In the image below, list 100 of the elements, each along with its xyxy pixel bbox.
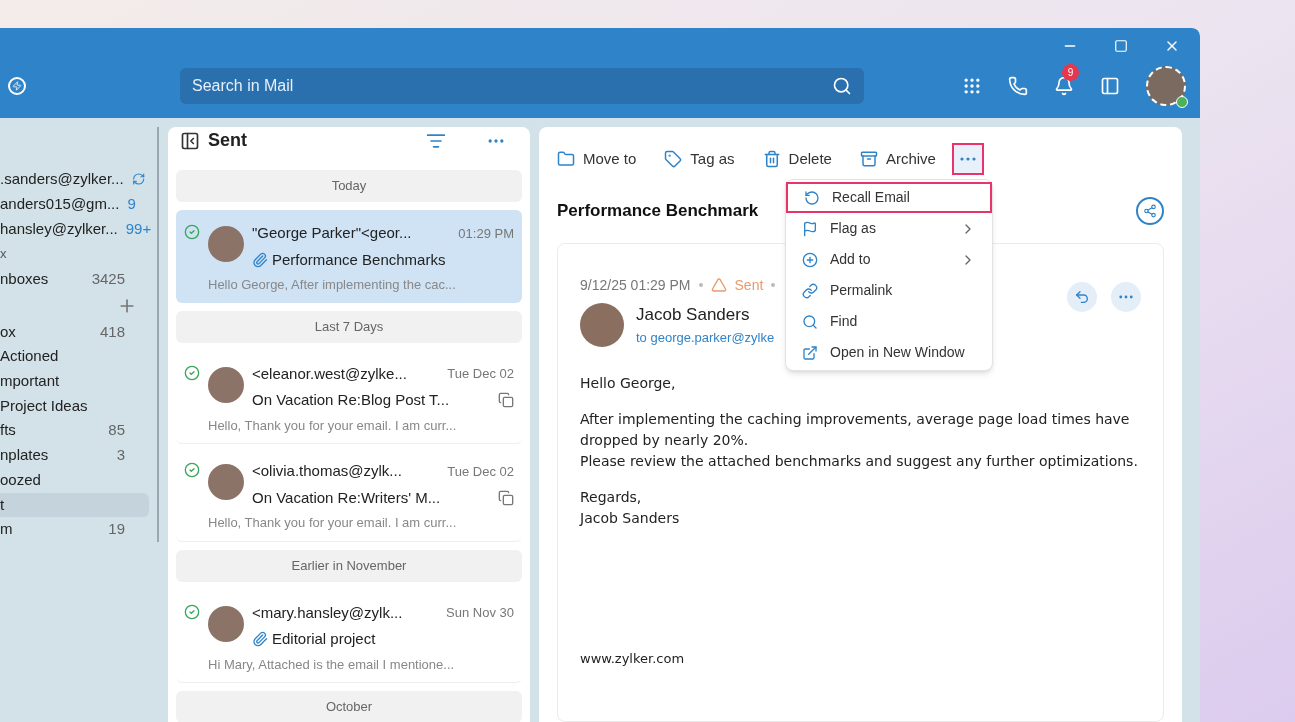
share-icon — [1143, 204, 1157, 218]
plus-circle-icon — [802, 251, 818, 268]
reply-button[interactable] — [1067, 282, 1097, 312]
folder-count: 418 — [99, 321, 125, 342]
menu-item[interactable]: Add to — [786, 244, 992, 275]
phone-icon[interactable] — [1008, 76, 1028, 96]
toolbar-button[interactable]: Move to — [557, 147, 637, 171]
footer-link[interactable]: www.zylker.com — [580, 649, 1141, 669]
group-header: Today — [176, 170, 522, 202]
check-circle-icon — [184, 603, 200, 620]
user-avatar[interactable] — [1146, 66, 1186, 106]
flag-icon — [802, 220, 818, 237]
mail-preview: Hello, Thank you for your email. I am curr... — [208, 416, 458, 435]
section-label: x — [0, 245, 7, 264]
sender-name: Jacob Sanders — [636, 304, 751, 326]
bell-icon[interactable] — [1054, 76, 1074, 96]
avatar — [208, 605, 244, 642]
more-button[interactable] — [951, 143, 984, 175]
folder-count: 3 — [116, 445, 125, 466]
sync-icon[interactable] — [131, 171, 145, 188]
sent-status: Sent — [734, 275, 764, 295]
mail-preview: Hi Mary, Attached is the email I mentione... — [208, 655, 456, 674]
maximize-icon[interactable] — [1114, 39, 1128, 53]
sender-name: <eleanor.west@zylke... — [252, 363, 407, 384]
mail-time: 01:29 PM — [458, 224, 514, 243]
search-icon[interactable] — [832, 76, 852, 96]
menu-item[interactable]: Find — [786, 306, 992, 337]
toolbar-button[interactable]: Delete — [762, 147, 832, 171]
folder-icon — [557, 150, 575, 168]
check-circle-icon — [184, 224, 200, 240]
share-button[interactable] — [1136, 197, 1164, 225]
folder-item[interactable]: nboxes 3425 — [0, 267, 149, 292]
menu-item[interactable]: Flag as — [786, 213, 992, 244]
unread-count: 9 — [127, 193, 136, 214]
notification-badge: 9 — [1062, 64, 1079, 81]
search-icon — [802, 313, 818, 330]
app-grid-icon[interactable] — [962, 76, 982, 96]
stacked-squares-icon — [498, 489, 514, 506]
mail-subject: On Vacation Re:Blog Post T... — [252, 390, 450, 410]
lightning-icon[interactable] — [8, 77, 26, 95]
body-paragraph: Regards, Jacob Sanders — [580, 488, 681, 528]
group-header: Last 7 Days — [176, 310, 522, 343]
menu-item[interactable]: Open in New Window — [786, 337, 992, 368]
folder-item[interactable]: m 19 — [0, 517, 149, 542]
folder-title: Sent — [208, 129, 247, 152]
mail-subject: Editorial project — [272, 629, 376, 649]
message-subject: Performance Benchmark — [557, 200, 759, 223]
group-header: Earlier in November — [176, 549, 522, 582]
panel-icon[interactable] — [1100, 76, 1120, 96]
toolbar-button[interactable]: Tag as — [664, 147, 735, 171]
body-paragraph: After implementing the caching improvements, average page load times have dropped by nearly 20%. Please review the attached benchmarks and suggest any further optimizations. — [580, 410, 1139, 471]
check-circle-icon — [184, 364, 200, 381]
menu-item[interactable]: Recall Email — [786, 182, 992, 213]
folder-item[interactable]: oozed — [0, 467, 149, 493]
stacked-squares-icon — [498, 392, 514, 409]
folder-item[interactable]: mportant — [0, 369, 149, 394]
mail-subject: Performance Benchmarks — [272, 249, 446, 270]
folder-item[interactable]: ox 418 — [0, 319, 149, 345]
search-field[interactable]: Search in Mail — [180, 68, 864, 104]
account-item[interactable]: anders015@gm... 9 — [0, 191, 157, 217]
folder-item[interactable]: fts 85 — [0, 418, 149, 444]
account-item[interactable]: .sanders@zylker... — [0, 167, 157, 192]
more-icon — [1119, 295, 1133, 299]
folder-count: 85 — [108, 420, 125, 441]
folder-item[interactable]: Project Ideas — [0, 393, 149, 419]
recipient-link[interactable]: to george.parker@zylke — [636, 327, 775, 347]
folder-item[interactable]: t — [0, 492, 149, 518]
check-circle-icon — [184, 462, 200, 478]
mail-preview: Hello, Thank you for your email. I am curr... — [208, 514, 458, 532]
folder-count: 3425 — [91, 269, 125, 290]
trash-icon — [762, 150, 781, 168]
toolbar-button[interactable]: Archive — [859, 147, 936, 171]
folder-item[interactable]: Actioned — [0, 344, 149, 369]
paperclip-icon — [252, 631, 268, 648]
mail-item[interactable]: "George Parker"<geor... 01:29 PM Performance Benchmarks Hello George, After implementing the cac... — [176, 210, 522, 303]
external-link-icon — [802, 344, 818, 361]
more-icon — [959, 157, 976, 161]
reply-arrow-icon — [1074, 289, 1090, 305]
mail-subject: On Vacation Re:Writers' M... — [252, 487, 441, 508]
message-date: 9/12/25 01:29 PM — [580, 275, 691, 295]
mail-time: Tue Dec 02 — [447, 365, 514, 383]
mail-preview: Hello George, After implementing the cac... — [208, 276, 457, 294]
sender-avatar — [580, 302, 624, 347]
archive-box-icon — [859, 150, 878, 168]
paperclip-icon — [252, 251, 268, 268]
unread-count: 99+ — [125, 218, 152, 239]
tag-icon — [664, 150, 683, 168]
link-icon — [802, 282, 818, 299]
avatar — [208, 366, 244, 403]
mail-time: Sun Nov 30 — [446, 604, 514, 622]
sender-name: <olivia.thomas@zylk... — [252, 461, 402, 481]
menu-item[interactable]: Permalink — [786, 275, 992, 306]
collapse-panel-icon[interactable] — [180, 130, 200, 151]
account-item[interactable]: hansley@zylker... 99+ — [0, 216, 157, 242]
recall-icon — [804, 189, 820, 206]
group-header: October — [176, 691, 522, 722]
sender-name: "George Parker"<geor... — [252, 223, 412, 243]
folder-item[interactable]: nplates 3 — [0, 443, 149, 468]
mail-time: Tue Dec 02 — [447, 462, 514, 481]
body-paragraph: Hello George, — [580, 374, 677, 393]
